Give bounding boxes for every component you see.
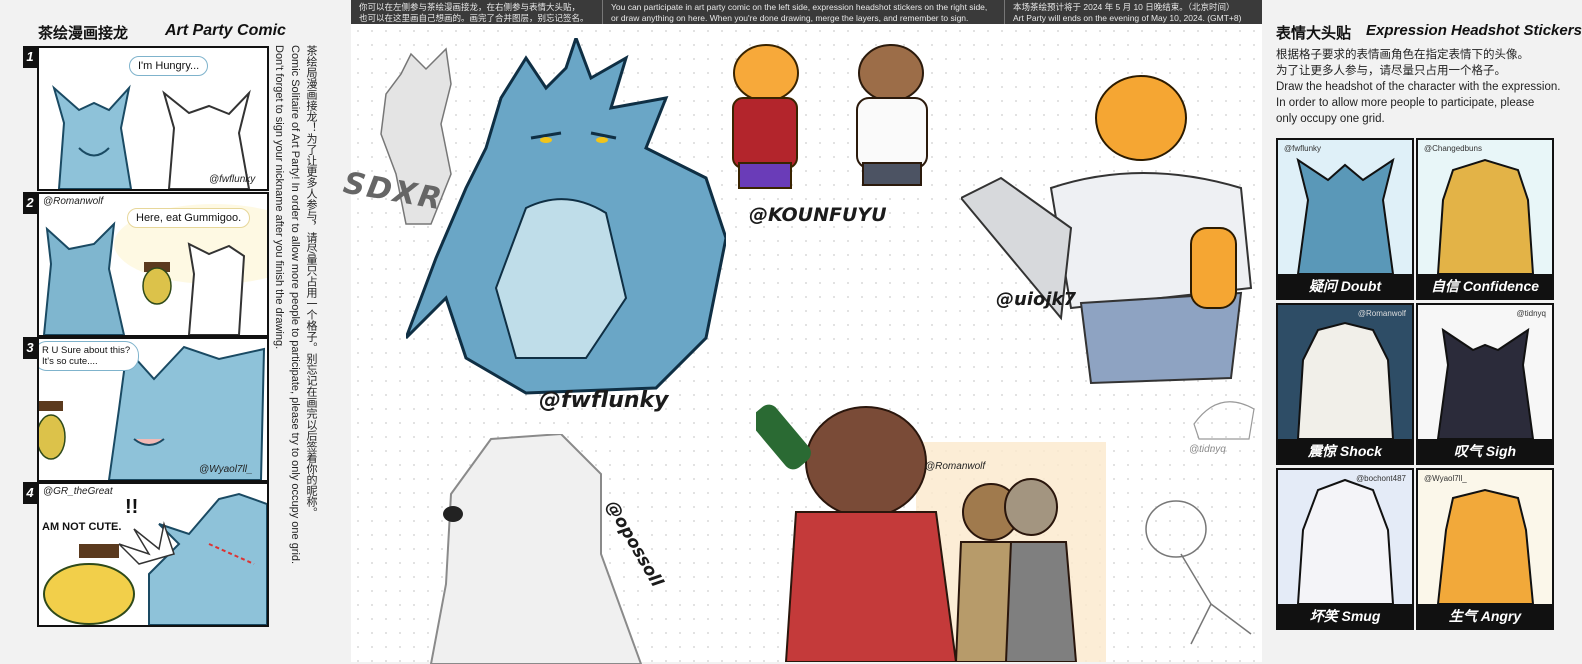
panel-1-signature: @fwflunky [209, 174, 256, 185]
art-tiger-wrench [961, 75, 1253, 385]
comic-panel-4[interactable]: @GR_theGreat AM NOT CUTE. !! [37, 482, 269, 627]
art-blue-wolf [406, 38, 726, 395]
sticker-smug-art [1278, 470, 1412, 605]
sticker-desc-cn-2: 为了让更多人参与，请尽量只占用一个格子。 [1276, 65, 1506, 77]
sticker-shock-art [1278, 305, 1412, 440]
sticker-desc-en-2: In order to allow more people to partici… [1276, 97, 1535, 109]
sketch-small-croc [1193, 401, 1255, 440]
sticker-shock-tag: @Romanwolf [1357, 309, 1406, 318]
sticker-cell-smug[interactable]: @bochont487 坏笑 Smug [1276, 468, 1414, 630]
sticker-angry-label: 生气 Angry [1418, 604, 1552, 628]
handle-romanwolf: @Romanwolf [925, 461, 986, 472]
banner-en-line2: or draw anything on here. When you're do… [611, 12, 969, 23]
sticker-angry-art [1418, 470, 1552, 605]
top-instruction-banner: 你可以在左侧参与茶绘漫画接龙，在右侧参与表情大头贴， 也可以在这里画自己想画的。… [351, 0, 1262, 24]
banner-deadline-en: Art Party will ends on the evening of Ma… [1013, 12, 1242, 23]
handle-uiojk7: @uiojk7 [996, 289, 1077, 310]
sticker-doubt-art [1278, 140, 1412, 275]
sticker-title-cn: 表情大头贴 [1276, 25, 1352, 42]
comic-instructions-en-1: Comic Solitaire of Art Party! In order t… [289, 45, 301, 565]
sticker-desc-en-3: only occupy one grid. [1276, 113, 1385, 125]
sticker-doubt-tag: @fwflunky [1284, 144, 1322, 153]
panel-3-bubble-line2: It's so cute.... [42, 356, 98, 367]
sticker-cell-sigh[interactable]: @tidnyq 叹气 Sigh [1416, 303, 1554, 465]
panel-4-art [43, 492, 267, 625]
banner-deadline-column: 本场茶绘预计将于 2024 年 5 月 10 日晚结束。（北京时间） Art P… [1005, 0, 1262, 24]
art-tiger-and-bear [732, 44, 928, 189]
sticker-smug-tag: @bochont487 [1356, 474, 1406, 483]
comic-instructions-en-2: Don't forget to sign your nickname after… [273, 45, 285, 350]
panel-2-signature: @Romanwolf [43, 196, 104, 207]
panel-4-exclaim: !! [125, 496, 139, 518]
panel-number-2: 2 [23, 192, 37, 214]
panel-1-speech-bubble: I'm Hungry... [129, 56, 209, 76]
panel-3-bubble-line1: R U Sure about this? [42, 345, 131, 356]
sticker-sigh-tag: @tidnyq [1516, 309, 1546, 318]
sketch-running-character [1145, 500, 1252, 645]
sticker-cell-shock[interactable]: @Romanwolf 震惊 Shock [1276, 303, 1414, 465]
banner-en-line1: You can participate in art party comic o… [611, 2, 988, 12]
panel-2-speech-bubble: Here, eat Gummigoo. [127, 208, 251, 228]
panel-3-speech-bubble: R U Sure about this? It's so cute.... [39, 341, 140, 371]
comic-panel-1[interactable]: I'm Hungry... @fwflunky [37, 46, 269, 191]
sticker-doubt-label: 疑问 Doubt [1278, 274, 1412, 298]
comic-title-cn: 茶绘漫画接龙 [38, 25, 129, 42]
banner-deadline-cn: 本场茶绘预计将于 2024 年 5 月 10 日晚结束。（北京时间） [1013, 2, 1235, 12]
comic-panel-2[interactable]: @Romanwolf Here, eat Gummigoo. [37, 192, 269, 337]
sticker-cell-angry[interactable]: @Wyaol7ll_ 生气 Angry [1416, 468, 1554, 630]
handle-fwflunky: @fwflunky [539, 388, 669, 413]
handle-kounfuyu: @KOUNFUYU [749, 204, 887, 226]
banner-cn-line2: 也可以在这里画自己想画的。画完了合并图层，别忘记签名。 [359, 12, 589, 23]
sticker-desc-en-1: Draw the headshot of the character with … [1276, 81, 1561, 93]
comic-title-en: Art Party Comic [165, 22, 286, 39]
banner-en-column: You can participate in art party comic o… [603, 0, 1005, 24]
panel-number-3: 3 [23, 337, 37, 359]
sticker-smug-label: 坏笑 Smug [1278, 604, 1412, 628]
panel-number-1: 1 [23, 46, 37, 68]
banner-cn-column: 你可以在左侧参与茶绘漫画接龙，在右侧参与表情大头贴， 也可以在这里画自己想画的。… [351, 0, 603, 24]
panel-3-signature: @Wyaol7ll_ [199, 464, 253, 475]
sticker-sigh-label: 叹气 Sigh [1418, 439, 1552, 463]
comic-panel-3[interactable]: R U Sure about this? It's so cute.... @W… [37, 337, 269, 482]
comic-instructions-cn: 茶绘局漫画接龙！为了让更多人参与，请尽量只占用一个格子。别忘记在画完以后签着你的… [305, 45, 317, 518]
sticker-confidence-label: 自信 Confidence [1418, 274, 1552, 298]
sticker-title-en: Expression Headshot Stickers [1366, 22, 1582, 39]
handle-tidnyq: @tidnyq [1189, 444, 1226, 455]
free-drawing-canvas[interactable]: SDXR @fwflunky @KOUNFUYU @uiojk7 @oposso… [341, 24, 1262, 664]
sticker-sigh-art [1418, 305, 1552, 440]
banner-cn-line1: 你可以在左侧参与茶绘漫画接龙，在右侧参与表情大头贴， [359, 2, 581, 12]
sticker-confidence-tag: @Changedbuns [1424, 144, 1482, 153]
sticker-angry-tag: @Wyaol7ll_ [1424, 474, 1467, 483]
sticker-confidence-art [1418, 140, 1552, 275]
sticker-desc-cn-1: 根据格子要求的表情画角色在指定表情下的头像。 [1276, 49, 1529, 61]
panel-number-4: 4 [23, 482, 37, 504]
panel-4-signature: @GR_theGreat [43, 486, 113, 497]
panel-4-shout-text: AM NOT CUTE. [42, 521, 122, 533]
sticker-cell-confidence[interactable]: @Changedbuns 自信 Confidence [1416, 138, 1554, 300]
sticker-shock-label: 震惊 Shock [1278, 439, 1412, 463]
sticker-cell-doubt[interactable]: @fwflunky 疑问 Doubt [1276, 138, 1414, 300]
art-drinking-bear [756, 404, 1106, 662]
